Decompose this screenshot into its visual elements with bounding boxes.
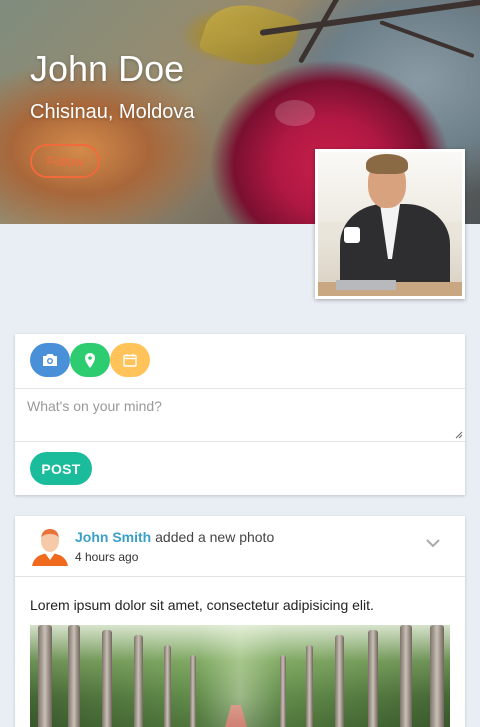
profile-name: John Doe: [30, 48, 185, 89]
composer-divider: [15, 441, 465, 442]
leaf-decoration: [197, 0, 303, 78]
tree-trunk: [430, 625, 444, 727]
user-avatar-icon: [32, 529, 68, 566]
post-composer: POST: [15, 334, 465, 495]
tree-trunk: [38, 625, 52, 727]
tree-trunk: [102, 630, 112, 727]
post-button[interactable]: POST: [30, 452, 92, 485]
tree-trunk: [306, 645, 313, 727]
post-timestamp: 4 hours ago: [75, 550, 139, 564]
status-input[interactable]: [15, 389, 465, 441]
add-event-button[interactable]: [110, 343, 150, 377]
post-divider: [15, 576, 465, 577]
avatar-laptop: [336, 280, 396, 290]
tree-trunk: [400, 625, 412, 727]
tree-trunk: [368, 630, 378, 727]
tree-trunk: [164, 645, 171, 727]
tree-trunk: [335, 635, 344, 727]
add-photo-button[interactable]: [30, 343, 70, 377]
path-in-photo: [220, 705, 252, 727]
add-location-button[interactable]: [70, 343, 110, 377]
author-link[interactable]: John Smith: [75, 529, 151, 545]
apple-highlight: [275, 100, 315, 126]
branch-decoration: [379, 20, 475, 59]
resize-grip-icon[interactable]: [455, 431, 463, 439]
post-meta: John Smith added a new photo 4 hours ago: [75, 529, 274, 564]
post-photo[interactable]: [30, 625, 450, 727]
tree-trunk: [190, 655, 196, 727]
follow-button[interactable]: Follow: [30, 144, 100, 178]
profile-avatar[interactable]: [315, 149, 465, 299]
tree-trunk: [68, 625, 80, 727]
avatar-cup: [344, 227, 360, 243]
post-text: Lorem ipsum dolor sit amet, consectetur …: [30, 597, 374, 613]
profile-location: Chisinau, Moldova: [30, 101, 195, 123]
composer-icon-row: [30, 343, 150, 377]
location-pin-icon: [85, 352, 95, 368]
calendar-icon: [123, 354, 137, 367]
feed-post: John Smith added a new photo 4 hours ago…: [15, 516, 465, 727]
camera-icon: [43, 354, 57, 366]
author-avatar[interactable]: [32, 526, 68, 566]
post-headline: John Smith added a new photo: [75, 529, 274, 545]
post-action: added a new photo: [151, 529, 275, 545]
tree-trunk: [134, 635, 143, 727]
avatar-hair: [366, 154, 408, 174]
chevron-down-icon[interactable]: [425, 535, 441, 551]
branch-decoration: [297, 0, 348, 64]
tree-trunk: [280, 655, 286, 727]
